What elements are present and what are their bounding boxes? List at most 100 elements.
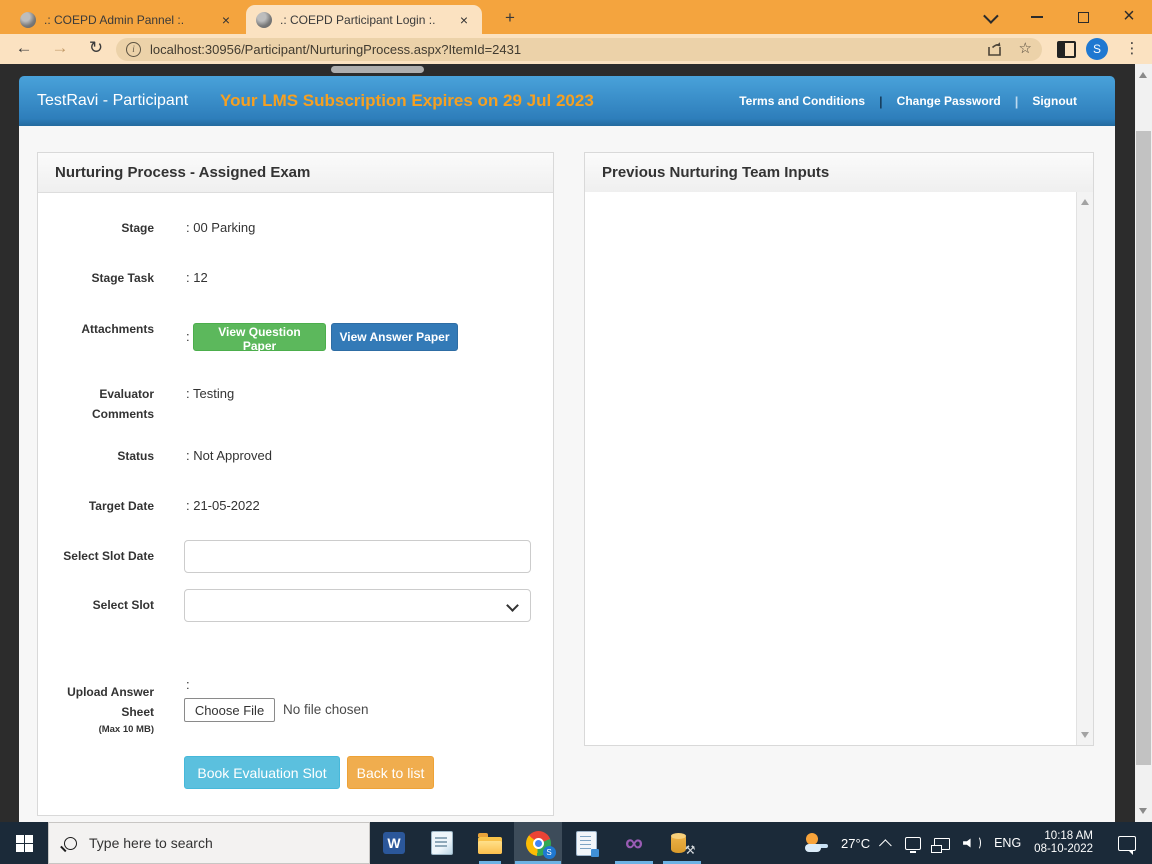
evaluator-comments-label: Evaluator Comments	[59, 384, 154, 424]
volume-control[interactable]	[963, 836, 981, 850]
header-links: Terms and Conditions | Change Password |…	[739, 76, 1077, 126]
browser-menu-icon[interactable]	[1124, 37, 1140, 61]
new-tab-button[interactable]: +	[500, 8, 520, 28]
taskbar-script-document-icon[interactable]	[562, 822, 610, 864]
share-icon[interactable]	[987, 41, 1003, 57]
windows-logo-icon	[16, 835, 33, 852]
view-answer-paper-button[interactable]: View Answer Paper	[331, 323, 458, 351]
separator: |	[1015, 94, 1019, 109]
scrollbar-thumb[interactable]	[1136, 131, 1151, 765]
scroll-down-icon[interactable]	[1139, 808, 1147, 814]
reload-button[interactable]: ↻	[82, 34, 110, 64]
upload-size-limit-label: (Max 10 MB)	[59, 724, 154, 735]
word-icon	[383, 832, 405, 854]
panel-title: Previous Nurturing Team Inputs	[585, 153, 1093, 193]
window-minimize-button[interactable]	[1024, 7, 1050, 27]
windows-taskbar: Type here to search S	[0, 822, 1152, 864]
notepad-icon	[431, 831, 453, 855]
slot-date-input[interactable]	[184, 540, 531, 573]
window-restore-button[interactable]	[1070, 7, 1096, 27]
nurturing-process-panel: Nurturing Process - Assigned Exam Stage …	[37, 152, 554, 816]
clock[interactable]: 10:18 AM 08-10-2022	[1034, 830, 1093, 856]
globe-favicon-icon	[256, 12, 272, 28]
search-icon	[64, 837, 77, 850]
date-text: 08-10-2022	[1034, 843, 1093, 856]
volume-waves-icon	[974, 836, 981, 850]
top-scrollbar-thumb[interactable]	[331, 66, 424, 73]
chrome-profile-badge: S	[543, 846, 556, 859]
file-upload-row: Choose File No file chosen	[38, 698, 553, 722]
chrome-icon: S	[526, 831, 551, 856]
back-button[interactable]: ←	[10, 34, 38, 64]
browser-toolbar: ← → ↻ localhost:30956/Participant/Nurtur…	[0, 34, 1152, 64]
tab-coepd-admin-panel[interactable]: .: COEPD Admin Pannel :.	[10, 5, 244, 34]
scroll-down-icon[interactable]	[1081, 732, 1089, 738]
restore-icon	[1078, 12, 1089, 23]
scroll-up-icon[interactable]	[1139, 72, 1147, 78]
attachments-label: Attachments	[38, 321, 154, 337]
taskbar-search[interactable]: Type here to search	[48, 822, 370, 864]
network-icon[interactable]	[934, 838, 950, 850]
taskbar-file-explorer-icon[interactable]	[466, 822, 514, 864]
target-date-value: : 21-05-2022	[186, 498, 260, 514]
page-scrollbar[interactable]	[1135, 64, 1152, 822]
book-evaluation-slot-button[interactable]: Book Evaluation Slot	[184, 756, 340, 789]
stage-task-label: Stage Task	[38, 270, 154, 286]
action-center-icon[interactable]	[1118, 836, 1136, 851]
tab-coepd-participant-login[interactable]: .: COEPD Participant Login :.	[246, 5, 482, 34]
browser-tab-bar: .: COEPD Admin Pannel :. .: COEPD Partic…	[0, 0, 1152, 34]
window-profile-chevron[interactable]	[976, 7, 1002, 27]
terms-link[interactable]: Terms and Conditions	[739, 94, 865, 108]
script-document-icon	[576, 831, 597, 856]
inner-scrollbar[interactable]	[1076, 192, 1093, 745]
visual-studio-icon	[625, 831, 643, 856]
slot-label: Select Slot	[38, 597, 154, 613]
tab-title: .: COEPD Participant Login :.	[280, 13, 448, 27]
tray-chevron-up-icon[interactable]	[879, 839, 892, 852]
site-info-icon[interactable]	[126, 42, 141, 57]
scroll-up-icon[interactable]	[1081, 199, 1089, 205]
taskbar-word-icon[interactable]	[370, 822, 418, 864]
view-question-paper-button[interactable]: View Question Paper	[193, 323, 326, 351]
chevron-down-icon	[983, 8, 999, 24]
address-bar[interactable]: localhost:30956/Participant/NurturingPro…	[116, 38, 1042, 61]
status-label: Status	[38, 448, 154, 464]
tab-close-icon[interactable]	[218, 12, 234, 28]
start-button[interactable]	[0, 822, 48, 864]
stage-label: Stage	[38, 220, 154, 236]
bookmark-star-icon[interactable]	[1019, 41, 1032, 57]
choose-file-button[interactable]: Choose File	[184, 698, 275, 722]
back-to-list-button[interactable]: Back to list	[347, 756, 434, 789]
target-date-label: Target Date	[38, 498, 154, 514]
database-tools-icon	[671, 834, 686, 853]
url-text[interactable]: localhost:30956/Participant/NurturingPro…	[150, 42, 987, 57]
slot-select[interactable]	[184, 589, 531, 622]
taskbar-notepad-icon[interactable]	[418, 822, 466, 864]
taskbar-chrome-icon[interactable]: S	[514, 822, 562, 864]
language-indicator[interactable]: ENG	[994, 836, 1021, 850]
previous-inputs-scroll-area[interactable]	[585, 192, 1093, 745]
weather-icon[interactable]	[804, 832, 828, 854]
close-icon	[1123, 7, 1135, 27]
minimize-icon	[1031, 16, 1043, 18]
upload-colon: :	[186, 677, 190, 693]
attachments-colon: :	[186, 329, 190, 345]
taskbar-visual-studio-icon[interactable]	[610, 822, 658, 864]
change-password-link[interactable]: Change Password	[897, 94, 1001, 108]
file-explorer-icon	[478, 837, 502, 854]
window-close-button[interactable]	[1116, 7, 1142, 27]
taskbar-database-tools-icon[interactable]	[658, 822, 706, 864]
signout-link[interactable]: Signout	[1032, 94, 1077, 108]
tab-close-icon[interactable]	[456, 12, 472, 28]
page-content: Nurturing Process - Assigned Exam Stage …	[19, 126, 1115, 822]
forward-button[interactable]: →	[46, 34, 74, 64]
separator: |	[879, 94, 883, 109]
subscription-notice: Your LMS Subscription Expires on 29 Jul …	[220, 76, 594, 126]
display-cast-icon[interactable]	[905, 837, 921, 850]
profile-avatar[interactable]: S	[1086, 38, 1108, 60]
web-page: TestRavi - Participant Your LMS Subscrip…	[0, 64, 1152, 822]
side-panel-icon[interactable]	[1057, 41, 1076, 58]
temperature-text[interactable]: 27°C	[841, 836, 870, 851]
taskbar-apps: S	[370, 822, 706, 864]
lms-header: TestRavi - Participant Your LMS Subscrip…	[19, 76, 1115, 126]
